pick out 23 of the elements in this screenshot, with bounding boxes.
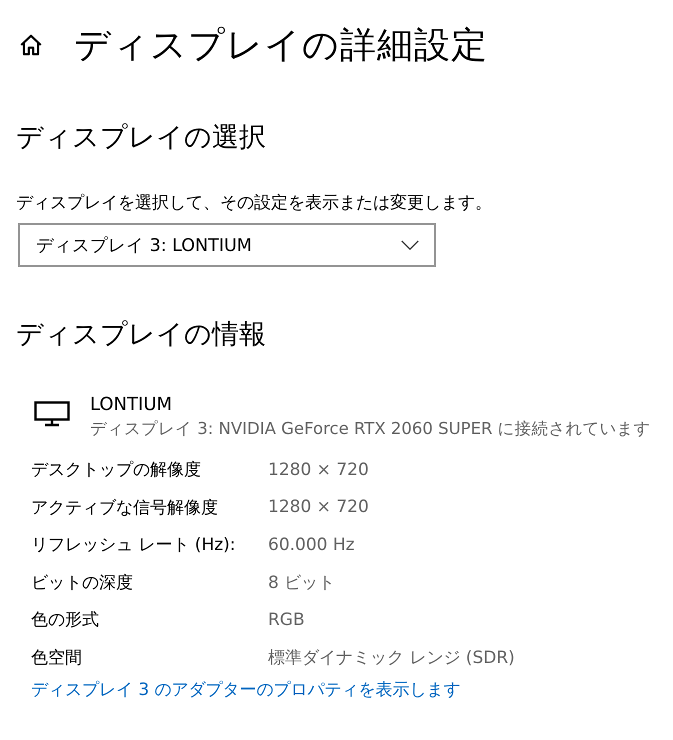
section-heading: ディスプレイの選択	[16, 121, 267, 155]
page-title: ディスプレイの詳細設定	[74, 24, 488, 68]
adapter-properties-link[interactable]: ディスプレイ 3 のアダプターのプロパティを表示します	[31, 678, 657, 701]
info-value: 標準ダイナミック レンジ (SDR)	[268, 646, 515, 669]
info-label: デスクトップの解像度	[31, 459, 202, 482]
monitor-name: LONTIUM	[90, 393, 174, 417]
info-value: 1280 × 720	[268, 497, 369, 518]
display-dropdown[interactable]: ディスプレイ 3: LONTIUM	[18, 223, 436, 267]
home-icon[interactable]	[18, 32, 44, 58]
info-value: 1280 × 720	[268, 460, 369, 480]
chevron-down-icon	[400, 240, 420, 250]
info-value: 8 ビット	[268, 572, 336, 594]
info-value: RGB	[268, 610, 305, 630]
description-text: ディスプレイを選択して、その設定を表示または変更します。	[16, 192, 493, 215]
section-heading: ディスプレイの情報	[16, 318, 267, 352]
info-value: 60.000 Hz	[268, 534, 355, 555]
info-label: リフレッシュ レート (Hz):	[31, 534, 237, 556]
info-label: ビットの深度	[31, 572, 134, 594]
monitor-icon	[34, 401, 70, 427]
info-label: 色の形式	[31, 609, 100, 632]
info-label: アクティブな信号解像度	[31, 496, 219, 519]
connection-text: ディスプレイ 3: NVIDIA GeForce RTX 2060 SUPER に接続されています	[90, 418, 651, 440]
info-label: 色空間	[31, 646, 83, 669]
